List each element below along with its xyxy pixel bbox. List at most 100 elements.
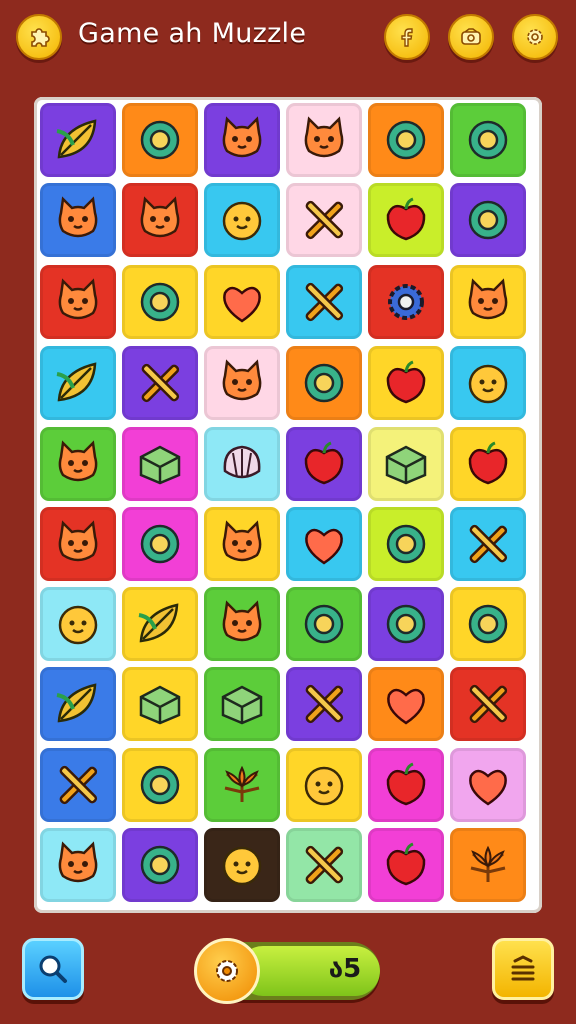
- ring-icon: [140, 282, 180, 322]
- blob-icon: [58, 605, 98, 645]
- f-icon: [401, 28, 413, 47]
- cat-icon: [58, 520, 98, 562]
- tile-r3-c3[interactable]: [204, 265, 280, 339]
- tile-r9-c2[interactable]: [122, 748, 198, 822]
- tile-r4-c3[interactable]: [204, 346, 280, 420]
- sticks-icon: [59, 765, 98, 805]
- blob-icon: [304, 766, 344, 806]
- tile-r6-c3[interactable]: [204, 507, 280, 581]
- tile-r2-c3[interactable]: [204, 183, 280, 257]
- tile-r1-c3[interactable]: [204, 103, 280, 177]
- tile-r10-c6[interactable]: [450, 828, 526, 902]
- sticks-icon: [305, 200, 344, 240]
- tile-r4-c6[interactable]: [450, 346, 526, 420]
- tile-r4-c4[interactable]: [286, 346, 362, 420]
- flower-icon: [470, 845, 506, 882]
- apple-icon: [386, 360, 426, 404]
- gear-icon: [216, 960, 238, 982]
- cat-icon: [140, 196, 180, 238]
- ring-icon: [468, 604, 508, 644]
- tile-r10-c1[interactable]: [40, 828, 116, 902]
- tile-r6-c2[interactable]: [122, 507, 198, 581]
- tile-r10-c2[interactable]: [122, 828, 198, 902]
- settings-button[interactable]: [512, 14, 558, 60]
- sticks-icon: [305, 845, 344, 885]
- tile-r8-c2[interactable]: [122, 667, 198, 741]
- search-icon: [39, 955, 67, 983]
- ring-icon: [140, 845, 180, 885]
- tile-r1-c4[interactable]: [286, 103, 362, 177]
- tile-r10-c5[interactable]: [368, 828, 444, 902]
- tile-r8-c5[interactable]: [368, 667, 444, 741]
- ring-icon: [304, 363, 344, 403]
- tile-r4-c2[interactable]: [122, 346, 198, 420]
- ring-icon: [468, 200, 508, 240]
- tile-r1-c5[interactable]: [368, 103, 444, 177]
- cat-icon: [58, 440, 98, 482]
- tile-r6-c1[interactable]: [40, 507, 116, 581]
- tile-r5-c4[interactable]: [286, 427, 362, 501]
- tile-r2-c1[interactable]: [40, 183, 116, 257]
- cat-icon: [222, 600, 262, 642]
- puzzle-icon: [31, 28, 50, 47]
- tile-r7-c6[interactable]: [450, 587, 526, 661]
- cat-icon: [58, 278, 98, 320]
- tile-r9-c3[interactable]: [204, 748, 280, 822]
- menu-button[interactable]: [492, 938, 554, 1000]
- tile-r3-c4[interactable]: [286, 265, 362, 339]
- tile-r7-c1[interactable]: [40, 587, 116, 661]
- tile-r1-c2[interactable]: [122, 103, 198, 177]
- tile-r8-c1[interactable]: [40, 667, 116, 741]
- apple-icon: [386, 842, 426, 886]
- tile-r4-c1[interactable]: [40, 346, 116, 420]
- tile-r2-c6[interactable]: [450, 183, 526, 257]
- tile-r7-c5[interactable]: [368, 587, 444, 661]
- tile-r10-c3[interactable]: [204, 828, 280, 902]
- tile-r7-c3[interactable]: [204, 587, 280, 661]
- game-title: Game ah Muzzle: [78, 18, 307, 49]
- tile-r5-c5[interactable]: [368, 427, 444, 501]
- tile-r7-c2[interactable]: [122, 587, 198, 661]
- tile-r1-c1[interactable]: [40, 103, 116, 177]
- tile-r5-c3[interactable]: [204, 427, 280, 501]
- ring-icon: [386, 604, 426, 644]
- tile-r5-c2[interactable]: [122, 427, 198, 501]
- facebook-button[interactable]: [384, 14, 430, 60]
- tile-r3-c1[interactable]: [40, 265, 116, 339]
- tile-r7-c4[interactable]: [286, 587, 362, 661]
- tile-r6-c5[interactable]: [368, 507, 444, 581]
- cat-icon: [222, 520, 262, 562]
- search-button[interactable]: [22, 938, 84, 1000]
- puzzle-button[interactable]: [16, 14, 62, 60]
- tile-r8-c6[interactable]: [450, 667, 526, 741]
- ring-icon: [140, 524, 180, 564]
- tile-r8-c4[interactable]: [286, 667, 362, 741]
- tile-r10-c4[interactable]: [286, 828, 362, 902]
- tile-r9-c5[interactable]: [368, 748, 444, 822]
- tile-r2-c5[interactable]: [368, 183, 444, 257]
- tile-r6-c4[interactable]: [286, 507, 362, 581]
- tile-r5-c1[interactable]: [40, 427, 116, 501]
- tile-r8-c3[interactable]: [204, 667, 280, 741]
- tile-r5-c6[interactable]: [450, 427, 526, 501]
- progress-gear-button[interactable]: [194, 938, 260, 1004]
- apple-icon: [386, 197, 426, 241]
- blob-icon: [468, 364, 508, 404]
- tile-r3-c5[interactable]: [368, 265, 444, 339]
- tile-r9-c6[interactable]: [450, 748, 526, 822]
- tile-r2-c2[interactable]: [122, 183, 198, 257]
- ring-icon: [140, 765, 180, 805]
- tile-r2-c4[interactable]: [286, 183, 362, 257]
- heart-icon: [387, 688, 425, 725]
- sticks-icon: [305, 684, 344, 724]
- tile-r3-c2[interactable]: [122, 265, 198, 339]
- tile-r9-c1[interactable]: [40, 748, 116, 822]
- cat-icon: [222, 359, 262, 401]
- tile-r1-c6[interactable]: [450, 103, 526, 177]
- wallet-button[interactable]: [448, 14, 494, 60]
- tile-r4-c5[interactable]: [368, 346, 444, 420]
- tile-r3-c6[interactable]: [450, 265, 526, 339]
- tile-r9-c4[interactable]: [286, 748, 362, 822]
- tile-r6-c6[interactable]: [450, 507, 526, 581]
- cat-icon: [468, 278, 508, 320]
